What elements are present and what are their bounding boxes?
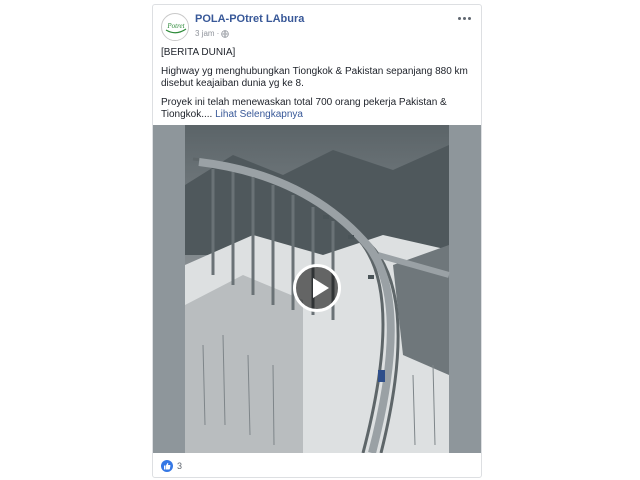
post-text-line: Highway yg menghubungkan Tiongkok & Paki… xyxy=(161,65,468,90)
reaction-count[interactable]: 3 xyxy=(177,461,182,471)
post-text-line: Proyek ini telah menewaskan total 700 or… xyxy=(161,97,477,122)
post-text-line: [BERITA DUNIA] xyxy=(161,47,236,58)
play-icon[interactable] xyxy=(293,264,341,312)
facebook-post: Potret POLA-POtret LAbura 3 jam · [BERIT… xyxy=(152,4,482,478)
page-logo-icon: Potret xyxy=(163,15,188,40)
logo-text: Potret xyxy=(166,22,185,30)
post-header: Potret POLA-POtret LAbura 3 jam · xyxy=(153,5,481,45)
video-player[interactable] xyxy=(153,125,481,453)
post-text-continuation: Proyek ini telah menewaskan total 700 or… xyxy=(161,96,447,121)
page-name-link[interactable]: POLA-POtret LAbura xyxy=(195,13,304,25)
reactions-bar[interactable]: 3 xyxy=(161,459,182,473)
more-options-icon[interactable] xyxy=(455,11,473,25)
post-meta: 3 jam · xyxy=(195,29,229,38)
see-more-link[interactable]: Lihat Selengkapnya xyxy=(215,109,303,120)
globe-icon xyxy=(221,29,229,38)
like-icon xyxy=(161,460,173,472)
post-time[interactable]: 3 jam xyxy=(195,29,215,38)
post-text: [BERITA DUNIA] Highway yg menghubungkan … xyxy=(161,47,477,128)
avatar[interactable]: Potret xyxy=(161,13,189,41)
separator-dot: · xyxy=(216,29,220,38)
